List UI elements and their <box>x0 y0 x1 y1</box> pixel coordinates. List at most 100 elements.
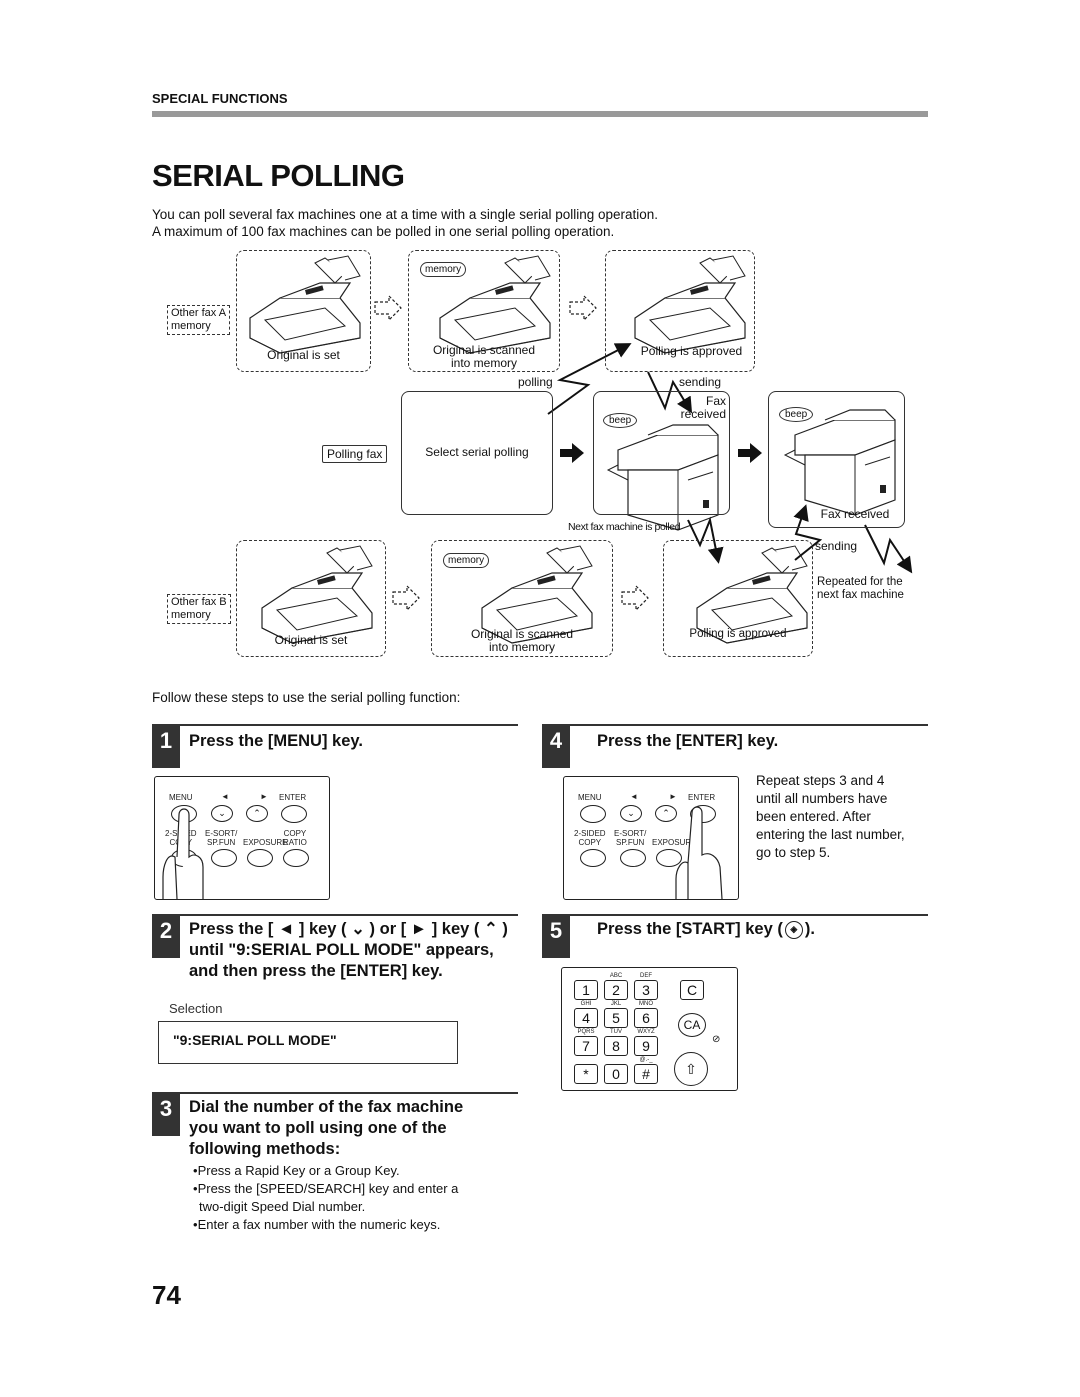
memory-bubble: memory <box>420 262 467 277</box>
title-line: Press the [ ◄ ] key ( ⌄ ) or [ ► ] key (… <box>189 920 508 938</box>
numeric-key-5[interactable]: 5 <box>604 1008 628 1028</box>
numeric-key-6[interactable]: 6 <box>634 1008 658 1028</box>
enter-key[interactable] <box>281 805 307 823</box>
method-text: Press the [SPEED/SEARCH] key and enter a <box>197 1181 459 1196</box>
step-5-rule <box>542 914 928 916</box>
start-key-icon: ◈ <box>784 920 803 939</box>
solid-arrow-icon <box>560 443 584 463</box>
finger-pointer-icon <box>675 806 723 899</box>
repeated-label: Repeated for the next fax machine <box>817 576 904 602</box>
label-line: SP.FUN <box>616 838 645 847</box>
solid-arrow-icon <box>738 443 762 463</box>
dashed-arrow-icon <box>374 295 402 321</box>
method-text: Press a Rapid Key or a Group Key. <box>197 1163 400 1178</box>
key-letters: WXYZ <box>637 1029 655 1035</box>
dashed-arrow-icon <box>392 585 420 611</box>
caption-line: into memory <box>488 640 556 654</box>
title-line: you want to poll using one of the <box>189 1119 447 1137</box>
step-3-number: 3 <box>152 1094 180 1136</box>
numeric-keypad: 1 ABC 2 DEF 3 GHI 4 JKL 5 MNO 6 PQRS 7 TUV 8 WXYZ 9 * 0 @.-… <box>561 967 738 1091</box>
step-4-number: 4 <box>542 726 570 768</box>
step-3-rule <box>152 1092 518 1094</box>
step-5-number: 5 <box>542 916 570 958</box>
step-5-title: Press the [START] key (◈). <box>597 919 815 940</box>
step-1-number: 1 <box>152 726 180 768</box>
caption-line: into memory <box>450 356 518 370</box>
note-line: Repeat steps 3 and 4 <box>756 773 885 788</box>
caption-original-set: Original is set <box>274 633 348 647</box>
label-line: Other fax B <box>171 596 227 608</box>
stop-indicator-icon: ⊘ <box>712 1034 721 1045</box>
two-sided-copy-key[interactable] <box>580 849 606 867</box>
menu-label: MENU <box>578 793 602 802</box>
numeric-key-8[interactable]: 8 <box>604 1036 628 1056</box>
exposure-key[interactable] <box>247 849 273 867</box>
right-arrow-label: ► <box>260 792 268 801</box>
numeric-key-7[interactable]: 7 <box>574 1036 598 1056</box>
selection-label: Selection <box>169 1001 223 1016</box>
clear-key[interactable]: C <box>680 980 704 1000</box>
caption-fax-received: Fax received <box>820 507 890 521</box>
exposure-label: EXPOSURE <box>243 838 288 847</box>
other-fax-a-label: Other fax A memory <box>167 305 231 335</box>
title-line: following methods: <box>189 1140 341 1158</box>
step-2-number: 2 <box>152 916 180 958</box>
key-letters: @.-_ <box>639 1057 653 1063</box>
key-letters: DEF <box>640 973 652 979</box>
numeric-key-hash[interactable]: # <box>634 1064 658 1084</box>
numeric-key-0[interactable]: 0 <box>604 1064 628 1084</box>
control-panel-enter: MENU ◄ ► ENTER ⌄ ⌃ 2-SIDED COPY E-SORT/SP… <box>563 776 739 900</box>
label-line: next fax machine <box>817 589 904 601</box>
clear-all-key[interactable]: CA <box>678 1013 706 1037</box>
esort-key[interactable] <box>620 849 646 867</box>
numeric-key-3[interactable]: 3 <box>634 980 658 1000</box>
step-3-methods: •Press a Rapid Key or a Group Key. •Pres… <box>193 1162 458 1234</box>
note-line: go to step 5. <box>756 845 831 860</box>
left-key[interactable]: ⌄ <box>620 805 642 822</box>
key-letters: JKL <box>610 1001 622 1007</box>
step-1-title: Press the [MENU] key. <box>189 732 363 750</box>
label-line: memory <box>171 320 211 332</box>
right-key[interactable]: ⌃ <box>246 805 268 822</box>
key-letters: GHI <box>580 1001 592 1007</box>
sending-label: sending <box>679 375 722 389</box>
label-line: Repeated for the <box>817 576 903 588</box>
note-line: been entered. After <box>756 809 871 824</box>
label-line: RATIO <box>283 838 307 847</box>
title-text-end: ). <box>804 920 815 938</box>
caption-polling-approved: Polling is approved <box>689 628 787 640</box>
numeric-key-2[interactable]: 2 <box>604 980 628 1000</box>
serial-polling-diagram: Original is set memory Original is scann… <box>0 0 1080 680</box>
left-arrow-label: ◄ <box>630 792 638 801</box>
menu-key[interactable] <box>580 805 606 823</box>
serial-poll-mode-display: "9:SERIAL POLL MODE" <box>158 1021 458 1064</box>
caption-original-scanned: Original is scanned into memory <box>408 344 560 370</box>
control-panel-menu: MENU ◄ ► ENTER ⌄ ⌃ 2-SIDEDCOPY E-SORT/SP… <box>154 776 330 900</box>
copy-ratio-label: COPY RATIO <box>283 829 307 847</box>
method-item: •Enter a fax number with the numeric key… <box>193 1217 441 1232</box>
step-3-title: Dial the number of the fax machine you w… <box>189 1097 463 1160</box>
step-2-rule <box>152 914 518 916</box>
step-4-title: Press the [ENTER] key. <box>597 732 779 750</box>
label-line: Other fax A <box>171 307 227 319</box>
label-line: COPY <box>578 838 602 847</box>
caption-original-scanned: Original is scanned into memory <box>431 628 613 654</box>
numeric-key-star[interactable]: * <box>574 1064 598 1084</box>
method-text: two-digit Speed Dial number. <box>199 1199 366 1214</box>
caption-select-serial-polling: Select serial polling <box>425 445 529 459</box>
copy-ratio-key[interactable] <box>283 849 309 867</box>
memory-bubble: memory <box>443 553 490 568</box>
start-key[interactable]: ⇧ <box>674 1052 708 1086</box>
enter-label: ENTER <box>279 793 307 802</box>
key-letters: ABC <box>609 973 623 979</box>
title-text: Press the [START] key ( <box>597 920 783 938</box>
numeric-key-1[interactable]: 1 <box>574 980 598 1000</box>
label-line: 2-SIDED <box>574 829 606 838</box>
key-letters: PQRS <box>577 1029 595 1035</box>
numeric-key-9[interactable]: 9 <box>634 1036 658 1056</box>
other-fax-b-label: Other fax B memory <box>167 594 231 624</box>
beep-bubble: beep <box>779 407 814 422</box>
sending-label-2: sending <box>815 539 858 553</box>
finger-pointer-icon <box>162 808 204 899</box>
numeric-key-4[interactable]: 4 <box>574 1008 598 1028</box>
